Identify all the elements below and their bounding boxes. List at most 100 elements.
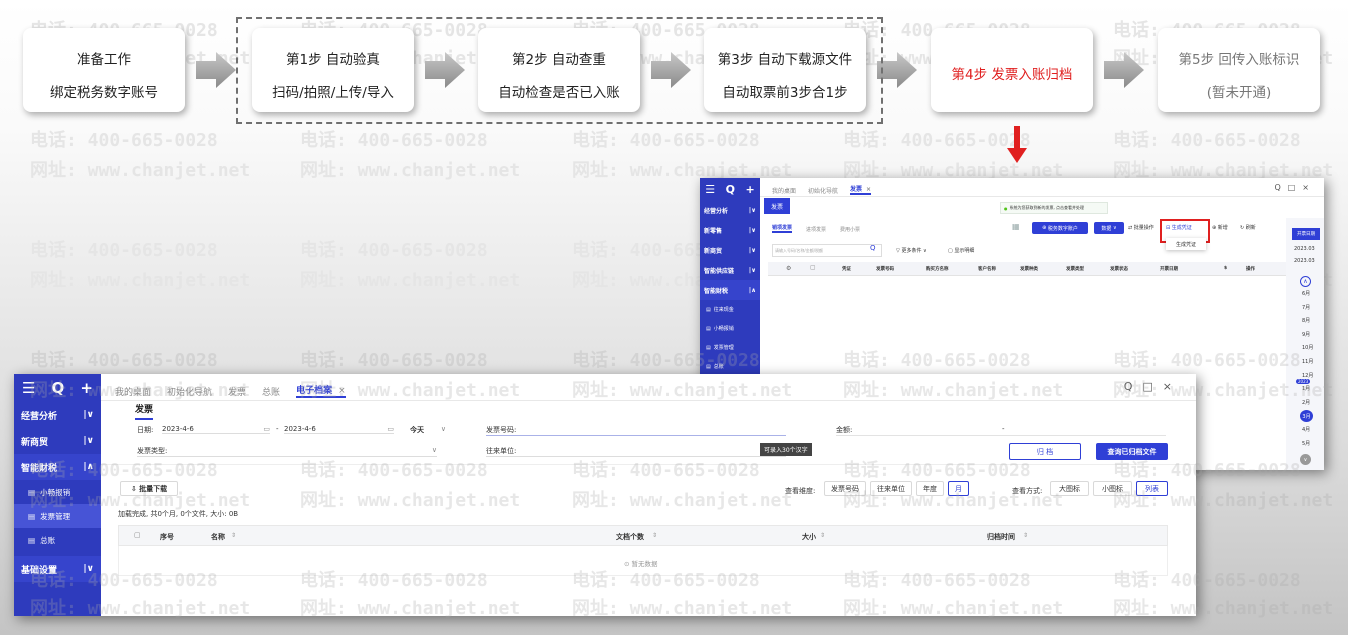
- sidebar-sub-item[interactable]: ▤ 小畅报销: [700, 319, 760, 338]
- sidebar-item[interactable]: 新零售 |∨: [700, 220, 760, 240]
- tab-item[interactable]: 总账: [262, 385, 280, 398]
- menu-icon[interactable]: ☰: [22, 379, 35, 397]
- close-icon[interactable]: ×: [338, 386, 346, 396]
- select-all-checkbox[interactable]: ▢: [810, 264, 816, 271]
- more-filter-button[interactable]: ▽ 更多条件 ∨: [896, 247, 927, 254]
- sidebar-sub-item[interactable]: ▤ 发票管理: [700, 338, 760, 357]
- archive-button[interactable]: 归 档: [1009, 443, 1081, 460]
- column-header[interactable]: 发票号码: [876, 266, 894, 272]
- month-item[interactable]: 10月: [1302, 344, 1313, 351]
- year-label[interactable]: 2023.03: [1294, 246, 1315, 252]
- close-icon[interactable]: ×: [1163, 380, 1182, 393]
- sidebar-sub-item[interactable]: ▤ 往来现金: [700, 300, 760, 319]
- invoice-search-input[interactable]: 请输入号码/名称/金额/税额: [772, 244, 882, 257]
- sidebar-item[interactable]: 经营分析 |∨: [700, 200, 760, 220]
- column-header[interactable]: $: [1224, 266, 1227, 271]
- date-from-input[interactable]: 2023-4-6 ▭: [162, 425, 270, 434]
- today-select[interactable]: 今天 ∨: [410, 425, 446, 435]
- qr-icon[interactable]: ▦: [1012, 222, 1020, 231]
- month-item[interactable]: 12月: [1302, 372, 1313, 379]
- maximize-icon[interactable]: □: [1142, 380, 1162, 393]
- batch-ops-button[interactable]: ⇄ 批量操作: [1128, 224, 1154, 231]
- query-archived-button[interactable]: 查询已归档文件: [1096, 443, 1168, 460]
- close-icon[interactable]: ×: [1302, 183, 1316, 192]
- close-icon[interactable]: ×: [866, 186, 871, 193]
- sidebar-item[interactable]: 经营分析 |∨: [14, 402, 101, 428]
- select-all-checkbox[interactable]: ▢: [134, 531, 141, 539]
- view-option[interactable]: 列表: [1136, 481, 1168, 496]
- column-header[interactable]: 客户名称: [978, 266, 996, 272]
- date-panel-header[interactable]: 开票日期: [1292, 228, 1320, 240]
- month-item[interactable]: 7月: [1302, 304, 1310, 311]
- search-icon[interactable]: Q: [52, 379, 65, 397]
- archive-page-tab[interactable]: 发票: [135, 402, 154, 420]
- scroll-down-icon[interactable]: ∨: [1300, 454, 1311, 465]
- month-item[interactable]: 2月: [1302, 399, 1310, 406]
- scroll-up-icon[interactable]: ∧: [1300, 276, 1311, 287]
- sub-tab[interactable]: 进项发票: [806, 226, 826, 233]
- sidebar-sub-item[interactable]: ▤ 发票管理: [14, 504, 101, 528]
- data-dropdown-button[interactable]: 数据 ∨: [1094, 222, 1124, 234]
- sidebar-item[interactable]: 智能财税 |∧: [14, 454, 101, 480]
- month-item[interactable]: 4月: [1302, 426, 1310, 433]
- column-header[interactable]: 名称: [211, 532, 225, 542]
- dimension-option[interactable]: 发票号码: [824, 481, 866, 496]
- column-header[interactable]: 操作: [1246, 266, 1255, 272]
- sidebar-sub-item[interactable]: ▤ 小畅报销: [14, 480, 101, 504]
- counterparty-input[interactable]: 往来单位:: [486, 446, 786, 457]
- column-header[interactable]: 归档时间: [987, 532, 1015, 542]
- tab-item[interactable]: 我的桌面: [772, 186, 796, 195]
- refresh-button[interactable]: ↻ 刷新: [1240, 224, 1256, 231]
- tab-item[interactable]: 发票: [228, 385, 246, 398]
- sort-icon[interactable]: ⇕: [231, 532, 236, 539]
- column-header[interactable]: 购买方名称: [926, 266, 949, 272]
- add-icon[interactable]: +: [80, 379, 93, 397]
- sub-tab[interactable]: 销项发票: [772, 224, 793, 233]
- column-header[interactable]: 文档个数: [616, 532, 644, 542]
- month-item[interactable]: 5月: [1302, 440, 1310, 447]
- column-header[interactable]: 大小: [802, 532, 816, 542]
- sub-tab[interactable]: 费用小票: [840, 226, 860, 233]
- column-header[interactable]: 凭证: [842, 266, 851, 272]
- date-to-input[interactable]: 2023-4-6 ▭: [284, 425, 394, 434]
- search-icon[interactable]: Q: [726, 183, 735, 196]
- tax-account-button[interactable]: ⊕ 税务数字账户: [1032, 222, 1088, 234]
- sidebar-item[interactable]: 智能供应链 |∨: [700, 260, 760, 280]
- sidebar-item[interactable]: 新商贸 |∨: [14, 428, 101, 454]
- tab-item[interactable]: 发票 ×: [850, 184, 872, 195]
- amount-input[interactable]: [836, 435, 1166, 436]
- search-icon[interactable]: Q: [1274, 183, 1287, 192]
- maximize-icon[interactable]: □: [1288, 183, 1303, 192]
- add-icon[interactable]: +: [746, 183, 755, 196]
- sort-icon[interactable]: ⇕: [1023, 532, 1028, 539]
- show-detail-checkbox[interactable]: ▢ 显示明细: [948, 247, 974, 254]
- invoice-no-input[interactable]: [486, 435, 786, 436]
- column-header[interactable]: 发票状态: [1110, 266, 1128, 272]
- column-header[interactable]: 发票种类: [1020, 266, 1038, 272]
- sort-icon[interactable]: ⇕: [652, 532, 657, 539]
- sidebar-item[interactable]: 新商贸 |∨: [700, 240, 760, 260]
- sidebar-item[interactable]: 智能财税 |∧: [700, 280, 760, 300]
- month-item[interactable]: 6月: [1302, 290, 1310, 297]
- view-option[interactable]: 小图标: [1093, 481, 1132, 496]
- tab-item[interactable]: 初始化导航: [167, 385, 212, 398]
- month-item[interactable]: 9月: [1302, 331, 1310, 338]
- tab-item[interactable]: 初始化导航: [808, 186, 838, 195]
- menu-icon[interactable]: ☰: [705, 183, 715, 196]
- column-header[interactable]: 序号: [160, 532, 174, 542]
- view-option[interactable]: 大图标: [1050, 481, 1089, 496]
- dimension-option[interactable]: 往来单位: [870, 481, 912, 496]
- search-icon[interactable]: Q: [870, 244, 876, 252]
- dropdown-gen-voucher[interactable]: 生成凭证: [1166, 238, 1206, 250]
- year-label[interactable]: 2023.03: [1294, 258, 1315, 264]
- month-item[interactable]: 11月: [1302, 358, 1313, 365]
- month-item[interactable]: 1月: [1302, 385, 1310, 392]
- column-header[interactable]: 开票日期: [1160, 266, 1178, 272]
- sidebar-item-basic-settings[interactable]: 基础设置 |∨: [14, 556, 101, 582]
- invoice-type-select[interactable]: 发票类型: ∨: [137, 446, 437, 457]
- invoice-page-title[interactable]: 发票: [764, 198, 790, 214]
- add-button[interactable]: ⊕ 新增: [1212, 224, 1228, 231]
- sidebar-sub-item[interactable]: ▤ 总账: [14, 528, 101, 552]
- dimension-option[interactable]: 月: [948, 481, 969, 496]
- tab-item[interactable]: 我的桌面: [115, 385, 151, 398]
